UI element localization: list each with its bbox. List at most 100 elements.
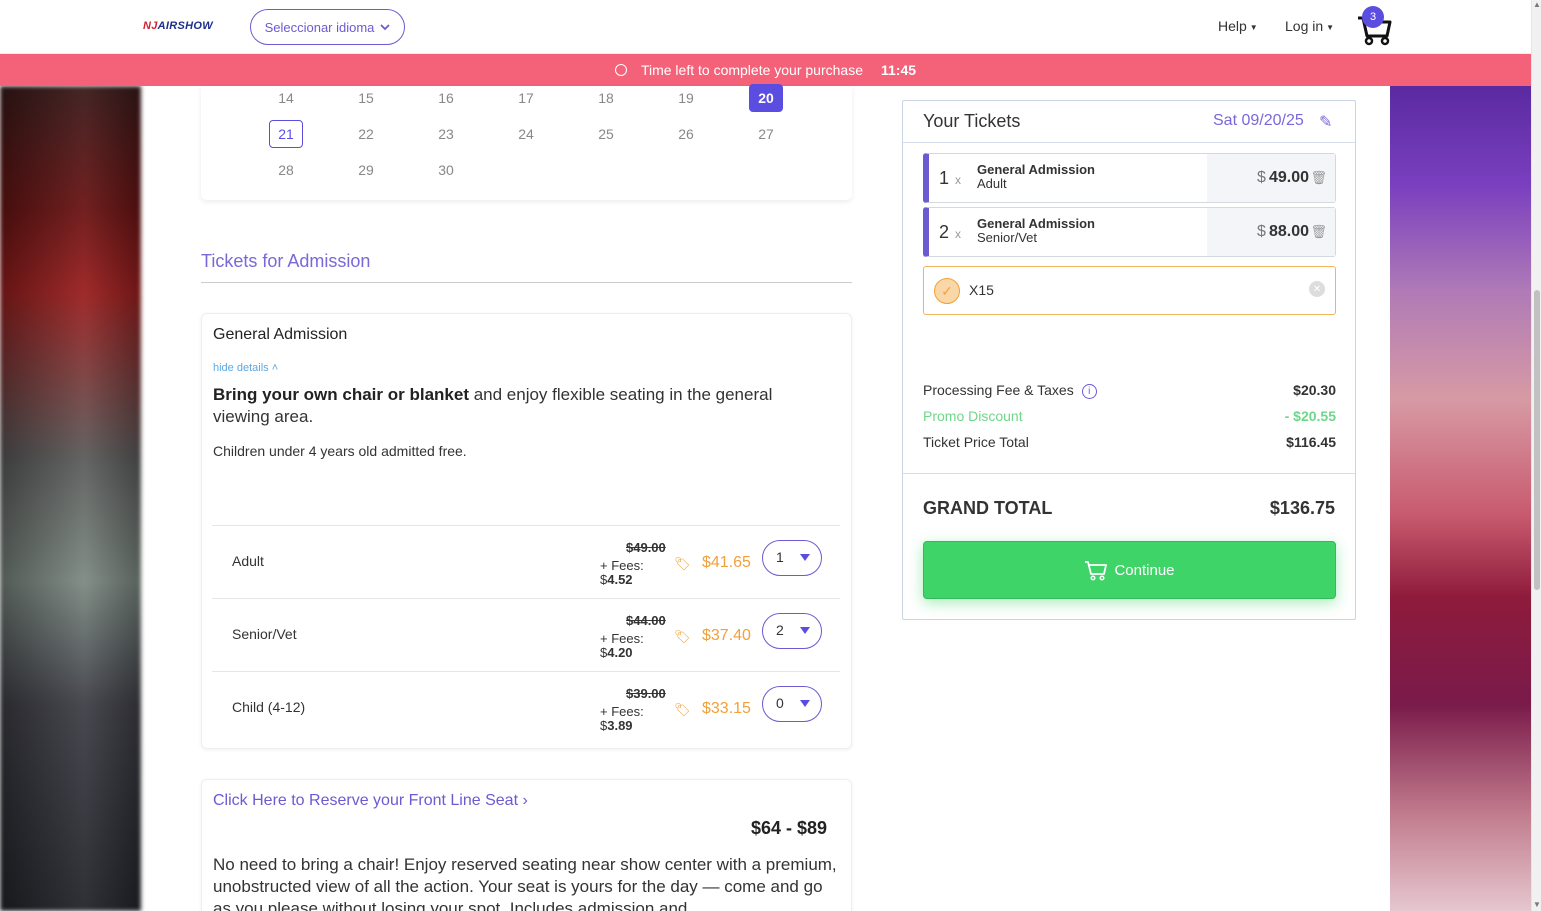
ticket-note: Children under 4 years old admitted free… — [213, 443, 467, 459]
calendar-day[interactable]: 27 — [749, 120, 783, 148]
timer-label: Time left to complete your purchase — [640, 62, 863, 78]
ticket-total-label: Ticket Price Total — [923, 434, 1029, 450]
calendar-day[interactable]: 15 — [349, 84, 383, 112]
pencil-icon[interactable]: ✎ — [1319, 112, 1332, 132]
check-icon: ✓ — [934, 278, 960, 304]
line-name: General Admission — [977, 216, 1095, 231]
line-currency: $ — [1257, 223, 1266, 240]
quantity-select[interactable]: 1 — [762, 540, 822, 576]
fee-amount: 4.20 — [607, 645, 633, 660]
line-price: $49.00 — [1257, 169, 1309, 187]
scroll-down-icon[interactable]: ▼ — [1533, 900, 1541, 909]
ticket-total-row: Ticket Price Total $116.45 — [923, 434, 1336, 450]
fees-row: Processing Fee & Taxes i $20.30 — [923, 382, 1336, 399]
tag-icon: 🏷 — [674, 702, 691, 717]
tag-icon: 🏷 — [674, 629, 691, 644]
hide-details-label: hide details — [213, 362, 269, 374]
ticket-row-senior: Senior/Vet $44.00 + Fees: $4.20 🏷 $37.40… — [212, 598, 840, 670]
panel-divider — [903, 473, 1355, 474]
fees-value: $4.52 — [600, 572, 633, 587]
quantity-select[interactable]: 0 — [762, 686, 822, 722]
line-amount: 49.00 — [1268, 169, 1309, 186]
line-type: Adult — [977, 176, 1007, 191]
ticket-row-adult: Adult $49.00 + Fees: $4.52 🏷 $41.65 1 — [212, 525, 840, 597]
trash-icon[interactable]: 🗑 — [1310, 170, 1327, 186]
line-times: x — [955, 227, 961, 241]
top-navbar: NJAIRSHOW Seleccionar idioma Help ▼ Log i… — [0, 0, 1531, 54]
trash-icon[interactable]: 🗑 — [1310, 224, 1327, 240]
discounted-price: $41.65 — [702, 554, 751, 571]
calendar-day[interactable]: 18 — [589, 84, 623, 112]
caret-down-icon: ▼ — [1326, 22, 1335, 32]
background-right — [1390, 86, 1531, 911]
line-qty: 2 — [939, 222, 950, 242]
tag-icon: 🏷 — [674, 556, 691, 571]
calendar-day[interactable]: 22 — [349, 120, 383, 148]
reserve-link-label: Click Here to Reserve your Front Line Se… — [213, 792, 519, 809]
section-divider — [201, 282, 852, 283]
quantity-select[interactable]: 2 — [762, 613, 822, 649]
front-line-seat-card: Click Here to Reserve your Front Line Se… — [201, 779, 852, 911]
cart-line-item: 1 x General Admission Adult $49.00 🗑 — [923, 153, 1336, 203]
site-logo[interactable]: NJAIRSHOW — [143, 20, 213, 32]
promo-code-field[interactable]: ✓ X15 ✕ — [923, 266, 1336, 315]
calendar-day[interactable]: 23 — [429, 120, 463, 148]
language-select-label: Seleccionar idioma — [264, 19, 375, 35]
calendar-day[interactable]: 16 — [429, 84, 463, 112]
line-times: x — [955, 173, 961, 187]
fees-label: + Fees: — [600, 631, 644, 646]
promo-code-value: X15 — [969, 282, 994, 298]
help-menu[interactable]: Help ▼ — [1218, 18, 1258, 34]
fee-amount: 3.89 — [607, 718, 633, 733]
fees-label: + Fees: — [600, 558, 644, 573]
login-label: Log in — [1285, 18, 1324, 34]
continue-button[interactable]: Continue — [923, 541, 1336, 599]
panel-header: Your Tickets Sat 09/20/25 ✎ — [903, 101, 1355, 143]
calendar-day[interactable]: 24 — [509, 120, 543, 148]
ticket-description: Bring your own chair or blanket and enjo… — [213, 384, 823, 428]
info-icon[interactable]: i — [1081, 383, 1097, 399]
fees-taxes-value: $20.30 — [1293, 382, 1336, 398]
calendar-day[interactable]: 14 — [269, 84, 303, 112]
scroll-up-icon[interactable]: ▲ — [1533, 0, 1541, 9]
cart-count-badge[interactable]: 3 — [1362, 6, 1384, 28]
calendar-day-selected[interactable]: 20 — [749, 84, 783, 112]
calendar-day[interactable]: 25 — [589, 120, 623, 148]
calendar-day[interactable]: 30 — [429, 156, 463, 184]
dropdown-arrow-icon — [800, 700, 810, 707]
clock-icon — [614, 64, 627, 76]
fees-value: $4.20 — [600, 645, 633, 660]
login-menu[interactable]: Log in ▼ — [1285, 18, 1334, 34]
chevron-right-icon: › — [522, 792, 528, 809]
calendar-day-highlighted[interactable]: 21 — [269, 120, 303, 148]
clear-icon[interactable]: ✕ — [1309, 281, 1325, 297]
cart-icon — [1085, 561, 1108, 581]
calendar-day[interactable]: 19 — [669, 84, 703, 112]
logo-nj: NJ — [143, 20, 158, 32]
quantity-value: 1 — [776, 549, 784, 565]
original-price: $49.00 — [626, 540, 666, 555]
scroll-thumb[interactable] — [1534, 290, 1540, 590]
scrollbar[interactable]: ▲ ▼ — [1531, 0, 1541, 911]
line-type: Senior/Vet — [977, 230, 1037, 245]
fees-taxes-label: Processing Fee & Taxes — [923, 382, 1074, 398]
calendar-day[interactable]: 28 — [269, 156, 303, 184]
calendar-day[interactable]: 29 — [349, 156, 383, 184]
calendar-day[interactable]: 17 — [509, 84, 543, 112]
help-label: Help — [1218, 18, 1247, 34]
caret-down-icon: ▼ — [1249, 22, 1258, 32]
price-range: $64 - $89 — [750, 818, 827, 838]
promo-discount-value: - $20.55 — [1284, 408, 1336, 424]
panel-title: Your Tickets — [923, 111, 1021, 131]
language-select-button[interactable]: Seleccionar idioma — [250, 9, 405, 45]
hide-details-link[interactable]: hide details ˄ — [213, 362, 278, 374]
line-currency: $ — [1257, 169, 1266, 186]
calendar-day[interactable]: 26 — [669, 120, 703, 148]
fees-label: + Fees: — [600, 704, 644, 719]
reserve-front-line-link[interactable]: Click Here to Reserve your Front Line Se… — [213, 792, 528, 810]
quantity-value: 2 — [776, 622, 784, 638]
original-price: $39.00 — [626, 686, 666, 701]
fees-value: $3.89 — [600, 718, 633, 733]
fee-amount: 4.52 — [607, 572, 633, 587]
grand-total-value: $136.75 — [1269, 498, 1335, 518]
